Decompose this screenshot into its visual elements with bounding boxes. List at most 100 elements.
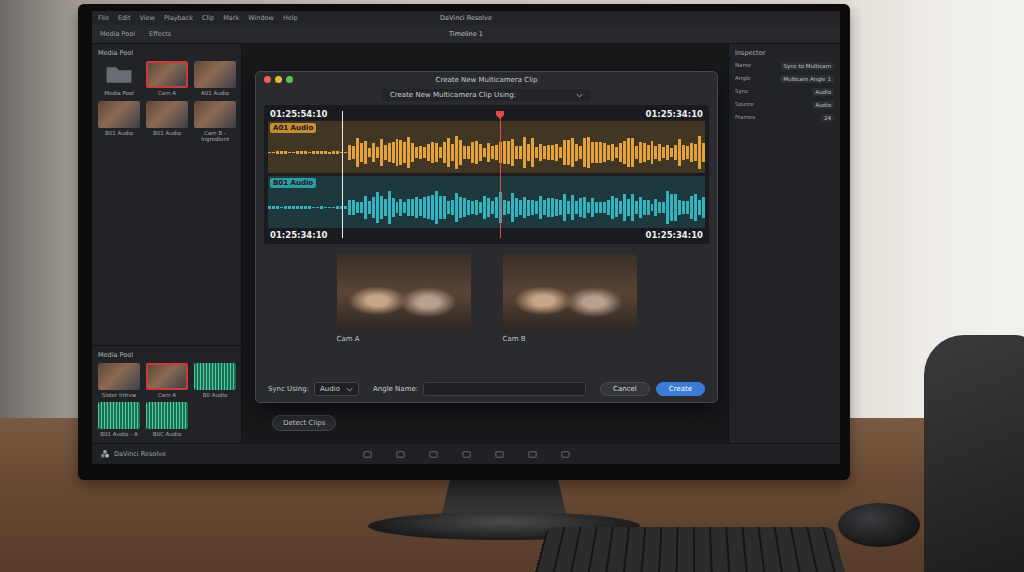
page-icon[interactable] bbox=[461, 449, 472, 460]
clip-label: B01 Audio bbox=[105, 130, 133, 137]
playhead[interactable] bbox=[500, 111, 501, 238]
mouse[interactable] bbox=[838, 503, 920, 547]
menu-item[interactable]: Playback bbox=[164, 14, 193, 22]
angle-card[interactable]: Cam A bbox=[337, 254, 471, 343]
waveform bbox=[268, 176, 705, 228]
media-clip[interactable]: Sister Intrvw bbox=[98, 363, 140, 399]
clip-thumbnail bbox=[194, 101, 236, 128]
media-clip[interactable]: B01 Audio bbox=[146, 101, 188, 143]
clip-thumbnail bbox=[98, 363, 140, 390]
inspector-field[interactable]: Frames 24 bbox=[735, 114, 834, 122]
in-point-marker[interactable] bbox=[342, 111, 343, 238]
timecode: 01:25:34:10 bbox=[645, 230, 703, 240]
inspector-field[interactable]: Source Audio bbox=[735, 101, 834, 109]
timecode: 01:25:34:10 bbox=[645, 109, 703, 119]
audio-track[interactable]: A01 Audio bbox=[268, 121, 705, 173]
page-icon[interactable] bbox=[560, 449, 571, 460]
sync-label: Sync Using: bbox=[268, 385, 309, 393]
dialog-button[interactable]: Cancel bbox=[600, 382, 650, 396]
chair bbox=[924, 335, 1024, 572]
clip-thumbnail bbox=[194, 363, 236, 390]
clip-label: Media Pool bbox=[104, 90, 134, 97]
menu-item[interactable]: File bbox=[98, 14, 109, 22]
media-clip[interactable]: Media Pool bbox=[98, 61, 140, 97]
create-using-dropdown[interactable]: Create New Multicamera Clip Using: bbox=[382, 89, 591, 101]
clip-label: B0C Audio bbox=[153, 431, 182, 438]
inspector-title: Inspector bbox=[735, 49, 834, 57]
clip-thumbnail bbox=[98, 402, 140, 429]
audio-track[interactable]: B01 Audio bbox=[268, 176, 705, 228]
page-icon[interactable] bbox=[494, 449, 505, 460]
page-icon[interactable] bbox=[362, 449, 373, 460]
track-label: A01 Audio bbox=[270, 123, 316, 133]
clip-label: Cam B - Ingredient bbox=[194, 130, 236, 143]
toolbar-tab[interactable]: Effects bbox=[149, 30, 171, 38]
page-bar: DaVinci Resolve bbox=[92, 443, 840, 464]
menu-item[interactable]: Mark bbox=[223, 14, 239, 22]
toolbar: Media Pool Effects Timeline 1 bbox=[92, 25, 840, 44]
waveform bbox=[268, 121, 705, 173]
clip-label: Cam A bbox=[158, 392, 176, 399]
sync-dropdown[interactable]: Audio bbox=[314, 382, 359, 396]
timecode: 01:25:54:10 bbox=[270, 109, 328, 119]
clip-label: Sister Intrvw bbox=[102, 392, 137, 399]
media-pool-panel: Media Pool Sister Intrvw Cam A B0 Audio … bbox=[92, 345, 241, 443]
clip-label: B0 Audio bbox=[203, 392, 228, 399]
page-icon[interactable] bbox=[428, 449, 439, 460]
media-clip[interactable]: B0 Audio bbox=[194, 363, 236, 399]
menu-item[interactable]: Clip bbox=[202, 14, 214, 22]
inspector-field[interactable]: Angle Multicam Angle 1 bbox=[735, 75, 834, 83]
keyboard[interactable] bbox=[532, 527, 848, 572]
angle-card[interactable]: Cam B bbox=[503, 254, 637, 343]
media-pool-title: Media Pool bbox=[98, 351, 235, 359]
menu-item[interactable]: Edit bbox=[118, 14, 131, 22]
clip-thumbnail bbox=[194, 61, 236, 88]
media-clip[interactable]: A01 Audio bbox=[194, 61, 236, 97]
angle-thumbnail bbox=[337, 254, 471, 332]
dialog-titlebar: Create New Multicamera Clip bbox=[264, 72, 709, 87]
media-clip[interactable]: B0C Audio bbox=[146, 402, 188, 438]
media-clip[interactable]: Cam B - Ingredient bbox=[194, 101, 236, 143]
page-icon[interactable] bbox=[527, 449, 538, 460]
media-clip[interactable]: Cam A bbox=[146, 363, 188, 399]
track-label: B01 Audio bbox=[270, 178, 316, 188]
close-button[interactable] bbox=[264, 76, 271, 83]
playhead-icon bbox=[496, 111, 504, 119]
inspector-field[interactable]: Sync Audio bbox=[735, 88, 834, 96]
timeline-name: Timeline 1 bbox=[449, 30, 483, 38]
inspector: Inspector Name Sync to Multicam Angle Mul… bbox=[728, 44, 840, 443]
menu-item[interactable]: View bbox=[139, 14, 154, 22]
menu-bar: File Edit View Playback Clip Mark Window Help D… bbox=[92, 11, 840, 25]
media-clip[interactable]: Cam A bbox=[146, 61, 188, 97]
angle-label: Cam A bbox=[337, 335, 360, 343]
media-pool-panel: Media Pool Media Pool Cam A A01 Audio B0… bbox=[92, 44, 241, 148]
folder-icon bbox=[98, 61, 140, 88]
clip-thumbnail bbox=[98, 101, 140, 128]
monitor: File Edit View Playback Clip Mark Window Help D… bbox=[78, 4, 850, 480]
angle-name-field[interactable] bbox=[423, 382, 586, 396]
screen: File Edit View Playback Clip Mark Window Help D… bbox=[92, 11, 840, 464]
zoom-button[interactable] bbox=[286, 76, 293, 83]
page-icon[interactable] bbox=[395, 449, 406, 460]
timecode-row: 01:25:34:10 01:25:34:10 bbox=[268, 228, 705, 242]
clip-label: Cam A bbox=[158, 90, 176, 97]
scene: File Edit View Playback Clip Mark Window Help D… bbox=[0, 0, 1024, 572]
menu-item[interactable]: Help bbox=[283, 14, 298, 22]
media-clip[interactable]: B01 Audio bbox=[98, 101, 140, 143]
media-clip[interactable]: B01 Audio - A bbox=[98, 402, 140, 438]
dialog-button[interactable]: Create bbox=[656, 382, 705, 396]
inspector-field[interactable]: Name Sync to Multicam bbox=[735, 62, 834, 70]
clip-thumbnail bbox=[146, 101, 188, 128]
dialog-footer: Sync Using: Audio Angle Name: Cancel Crea… bbox=[264, 378, 709, 396]
toolbar-tab[interactable]: Media Pool bbox=[100, 30, 135, 38]
waveform-panel[interactable]: 01:25:54:10 01:25:34:10 A01 Audio B01 Au… bbox=[264, 105, 709, 244]
chevron-down-icon bbox=[346, 387, 353, 392]
menu-item[interactable]: Window bbox=[248, 14, 274, 22]
minimize-button[interactable] bbox=[275, 76, 282, 83]
app-title: DaVinci Resolve bbox=[440, 14, 492, 22]
angle-name-label: Angle Name: bbox=[373, 385, 418, 393]
clip-label: A01 Audio bbox=[201, 90, 229, 97]
detect-clips-button[interactable]: Detect Clips bbox=[272, 415, 336, 431]
multicam-dialog: Create New Multicamera Clip Create New M… bbox=[255, 71, 718, 403]
media-pool: Media Pool Media Pool Cam A A01 Audio B0… bbox=[92, 44, 242, 443]
